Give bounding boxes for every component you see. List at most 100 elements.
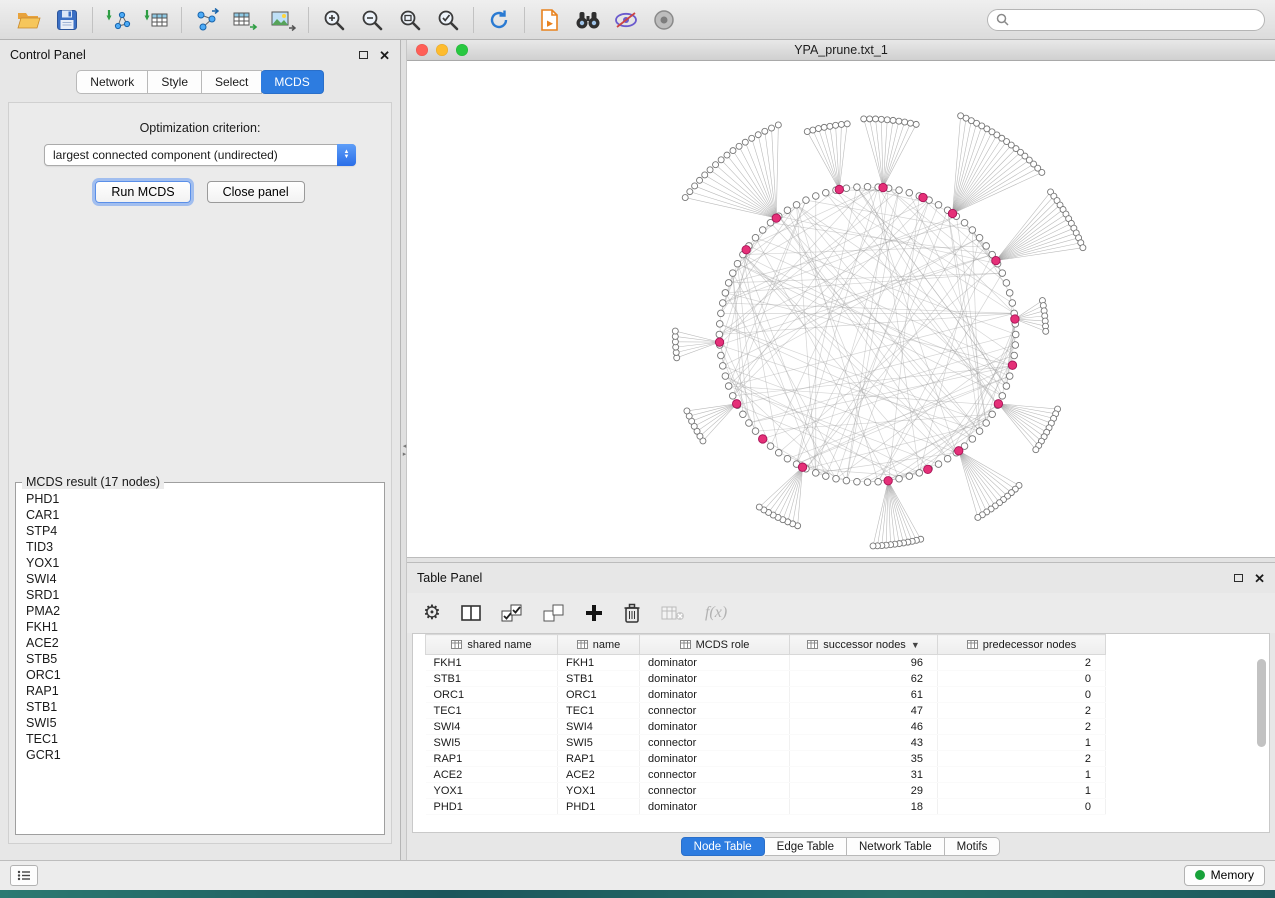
table-row[interactable]: SWI4SWI4dominator462 xyxy=(426,719,1123,735)
table-cell[interactable]: connector xyxy=(640,767,790,783)
mcds-result-item[interactable]: CAR1 xyxy=(19,507,381,523)
dominator-node[interactable] xyxy=(798,463,806,471)
table-cell[interactable]: connector xyxy=(640,703,790,719)
network-node[interactable] xyxy=(1012,342,1019,349)
dominator-node[interactable] xyxy=(994,400,1002,408)
table-cell[interactable]: YOX1 xyxy=(426,783,558,799)
network-node[interactable] xyxy=(734,260,741,267)
network-node[interactable] xyxy=(822,473,829,480)
network-node[interactable] xyxy=(729,270,736,277)
network-node[interactable] xyxy=(935,461,942,468)
mcds-result-item[interactable]: YOX1 xyxy=(19,555,381,571)
leaf-node[interactable] xyxy=(902,119,908,125)
tab-motifs[interactable]: Motifs xyxy=(945,837,1001,856)
float-table-panel-icon[interactable] xyxy=(1234,574,1243,582)
table-cell[interactable]: dominator xyxy=(640,671,790,687)
leaf-node[interactable] xyxy=(730,148,736,154)
network-node[interactable] xyxy=(1003,280,1010,287)
network-node[interactable] xyxy=(906,189,913,196)
table-settings-button[interactable]: ⚙ xyxy=(423,599,441,627)
table-cell[interactable]: ORC1 xyxy=(558,687,640,703)
network-node[interactable] xyxy=(961,219,968,226)
network-node[interactable] xyxy=(999,270,1006,277)
network-node[interactable] xyxy=(983,420,990,427)
mcds-result-item[interactable]: RAP1 xyxy=(19,683,381,699)
mcds-result-item[interactable]: SWI5 xyxy=(19,715,381,731)
leaf-node[interactable] xyxy=(896,118,902,124)
network-node[interactable] xyxy=(725,383,732,390)
network-node[interactable] xyxy=(729,393,736,400)
network-node[interactable] xyxy=(976,428,983,435)
leaf-node[interactable] xyxy=(1080,245,1086,251)
table-cell[interactable]: TEC1 xyxy=(426,703,558,719)
table-cell[interactable]: 1 xyxy=(938,783,1106,799)
open-session-button[interactable] xyxy=(10,4,48,36)
column-header-name[interactable]: name xyxy=(558,635,640,655)
table-cell[interactable]: SWI5 xyxy=(558,735,640,751)
export-network-button[interactable] xyxy=(188,4,226,36)
network-node[interactable] xyxy=(864,479,871,486)
mcds-result-item[interactable]: TEC1 xyxy=(19,731,381,747)
table-cell[interactable]: ORC1 xyxy=(426,687,558,703)
network-node[interactable] xyxy=(784,207,791,214)
table-cell[interactable]: SWI4 xyxy=(558,719,640,735)
leaf-node[interactable] xyxy=(702,172,708,178)
optimization-dropdown[interactable]: largest connected component (undirected)… xyxy=(44,144,356,166)
close-panel-icon[interactable]: ✕ xyxy=(379,49,390,62)
leaf-node[interactable] xyxy=(833,122,839,128)
zoom-fit-button[interactable] xyxy=(391,4,429,36)
tab-edge-table[interactable]: Edge Table xyxy=(765,837,847,856)
network-node[interactable] xyxy=(1006,373,1013,380)
table-cell[interactable]: 0 xyxy=(938,687,1106,703)
table-row[interactable]: YOX1YOX1connector291 xyxy=(426,783,1123,799)
network-node[interactable] xyxy=(854,184,861,191)
leaf-node[interactable] xyxy=(873,116,879,122)
dominator-node[interactable] xyxy=(992,256,1000,264)
leaf-node[interactable] xyxy=(762,128,768,134)
leaf-node[interactable] xyxy=(821,124,827,130)
table-cell[interactable]: SWI4 xyxy=(426,719,558,735)
network-node[interactable] xyxy=(722,373,729,380)
import-table-button[interactable] xyxy=(137,4,175,36)
table-row[interactable]: FKH1FKH1dominator962 xyxy=(426,655,1123,671)
table-cell[interactable]: FKH1 xyxy=(558,655,640,671)
save-session-button[interactable] xyxy=(48,4,86,36)
add-column-button[interactable] xyxy=(585,599,603,627)
network-node[interactable] xyxy=(718,310,725,317)
leaf-node[interactable] xyxy=(687,189,693,195)
table-cell[interactable]: STB1 xyxy=(558,671,640,687)
table-cell[interactable]: 0 xyxy=(938,671,1106,687)
zoom-selected-button[interactable] xyxy=(429,4,467,36)
run-mcds-button[interactable]: Run MCDS xyxy=(95,181,190,203)
network-node[interactable] xyxy=(718,352,725,359)
tab-node-table[interactable]: Node Table xyxy=(681,837,765,856)
delete-column-button[interactable] xyxy=(623,599,641,627)
table-cell[interactable]: 46 xyxy=(790,719,938,735)
select-all-button[interactable] xyxy=(501,599,523,627)
minimize-window-button[interactable] xyxy=(436,44,448,56)
table-row[interactable]: ORC1ORC1dominator610 xyxy=(426,687,1123,703)
scrollbar-thumb[interactable] xyxy=(1257,659,1266,747)
table-cell[interactable]: FKH1 xyxy=(426,655,558,671)
mcds-result-item[interactable]: STB5 xyxy=(19,651,381,667)
tab-network-table[interactable]: Network Table xyxy=(847,837,945,856)
tab-mcds[interactable]: MCDS xyxy=(261,70,323,94)
table-row[interactable]: STB1STB1dominator620 xyxy=(426,671,1123,687)
network-node[interactable] xyxy=(916,470,923,477)
leaf-node[interactable] xyxy=(684,408,690,414)
network-node[interactable] xyxy=(864,183,871,190)
leaf-node[interactable] xyxy=(838,121,844,127)
network-node[interactable] xyxy=(803,197,810,204)
network-node[interactable] xyxy=(793,202,800,209)
network-node[interactable] xyxy=(812,470,819,477)
tab-style[interactable]: Style xyxy=(148,70,202,94)
leaf-node[interactable] xyxy=(775,122,781,128)
network-node[interactable] xyxy=(822,189,829,196)
leaf-node[interactable] xyxy=(769,125,775,131)
dominator-node[interactable] xyxy=(1008,361,1016,369)
table-row[interactable]: TEC1TEC1connector472 xyxy=(426,703,1123,719)
leaf-node[interactable] xyxy=(815,126,821,132)
table-cell[interactable]: PHD1 xyxy=(558,799,640,815)
table-cell[interactable]: 47 xyxy=(790,703,938,719)
network-node[interactable] xyxy=(1012,331,1019,338)
